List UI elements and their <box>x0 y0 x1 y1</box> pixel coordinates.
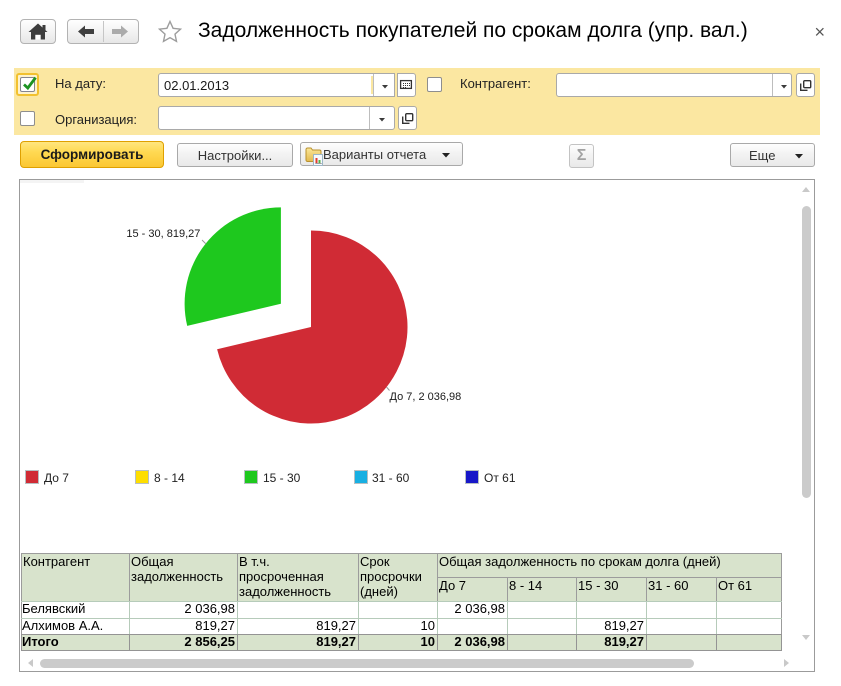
svg-text:15 - 30, 819,27: 15 - 30, 819,27 <box>126 228 200 240</box>
svg-text:До 7, 2 036,98: До 7, 2 036,98 <box>390 391 462 403</box>
